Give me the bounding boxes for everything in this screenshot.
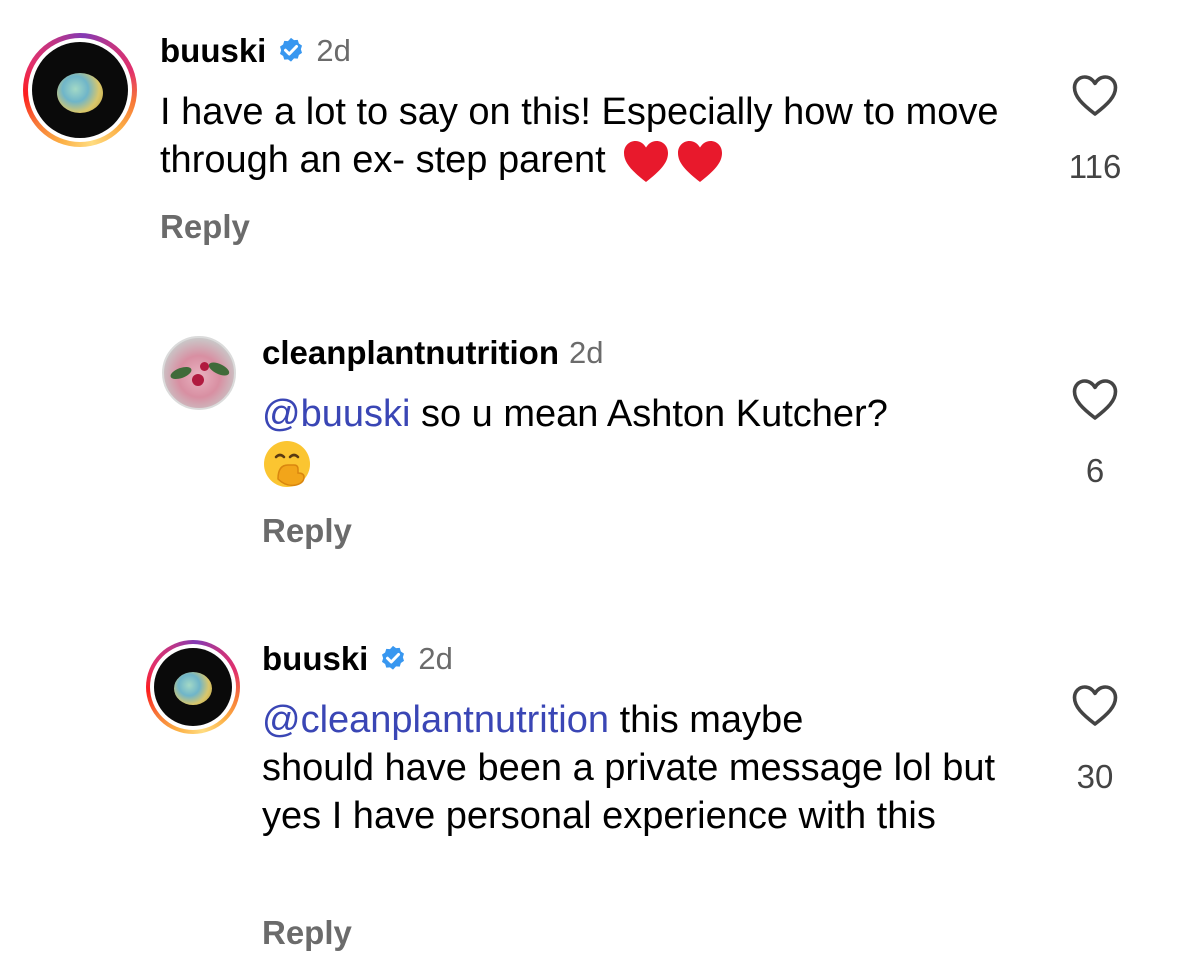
comment-header: cleanplantnutrition 2d <box>262 334 603 372</box>
username[interactable]: buuski <box>262 640 368 678</box>
comment-text: @cleanplantnutrition this maybe should h… <box>262 696 1002 840</box>
heart-outline-icon[interactable] <box>1071 74 1119 118</box>
comment-text-content: this maybe <box>619 699 804 741</box>
like-count: 6 <box>1085 452 1105 489</box>
comment-text-content: I have a lot to say on this! Especially … <box>160 91 999 181</box>
verified-badge-icon <box>280 37 303 62</box>
like-count: 116 <box>1068 148 1122 185</box>
mention-link[interactable]: @cleanplantnutrition <box>262 699 609 741</box>
avatar[interactable] <box>146 640 240 734</box>
comment-text-content: so u mean Ashton Kutcher? <box>420 393 888 435</box>
reply-button[interactable]: Reply <box>160 208 250 246</box>
planet-avatar-icon <box>174 672 212 705</box>
username[interactable]: cleanplantnutrition <box>262 334 559 372</box>
comment-text: I have a lot to say on this! Especially … <box>160 88 1020 184</box>
avatar[interactable] <box>162 336 236 410</box>
timestamp: 2d <box>316 33 351 68</box>
verified-badge-icon <box>382 645 405 670</box>
reply-button[interactable]: Reply <box>262 512 352 550</box>
avatar[interactable] <box>23 33 137 147</box>
heart-outline-icon[interactable] <box>1071 378 1119 422</box>
like-control: 30 <box>1055 684 1135 796</box>
planet-avatar-icon <box>57 73 103 113</box>
timestamp: 2d <box>418 641 453 676</box>
timestamp: 2d <box>569 335 604 370</box>
reply-button[interactable]: Reply <box>262 914 352 952</box>
red-heart-icon <box>624 140 669 182</box>
comment-1: buuski 2d I have a lot to say on this! E… <box>0 0 1179 260</box>
red-heart-icon <box>678 140 723 182</box>
heart-outline-icon[interactable] <box>1071 684 1119 728</box>
comment-header: buuski 2d <box>262 640 453 678</box>
face-with-hand-over-mouth-icon <box>264 440 310 487</box>
comment-text: @buuski so u mean Ashton Kutcher? <box>262 390 1022 489</box>
like-count: 30 <box>1076 758 1114 795</box>
comment-header: buuski 2d <box>160 32 351 70</box>
username[interactable]: buuski <box>160 32 266 70</box>
comment-text-content: should have been a private message lol b… <box>262 747 996 837</box>
mention-link[interactable]: @buuski <box>262 393 410 435</box>
smoothie-avatar-icon <box>168 364 194 382</box>
like-control: 6 <box>1055 378 1135 490</box>
like-control: 116 <box>1055 74 1135 186</box>
